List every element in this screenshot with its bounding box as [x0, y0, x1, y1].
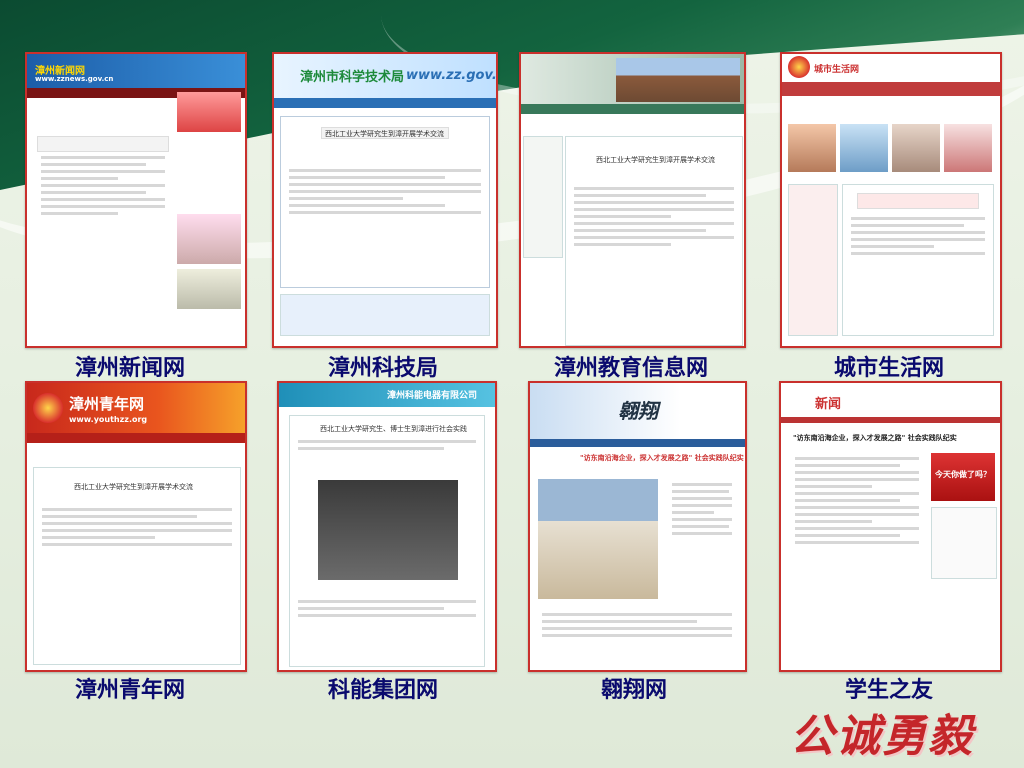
screenshot-student-friend: 新闻 "访东南沿海企业，探入才发展之路" 社会实践队纪实 今天你做了吗？	[779, 381, 1002, 672]
screenshot-zhangzhou-news: 漳州新闻网 www.zznews.gov.cn	[25, 52, 247, 348]
science-article-title: 西北工业大学研究生到漳开展学术交流	[325, 130, 444, 138]
motto-calligraphy: 公诚勇毅	[790, 711, 974, 762]
youth-logo: 漳州青年网	[69, 395, 145, 413]
screenshot-city-life: 城市生活网	[780, 52, 1002, 348]
life-article-title-bar	[857, 193, 979, 209]
youth-url: www.youthzz.org	[69, 415, 148, 424]
label-zhangzhou-science: 漳州科技局	[327, 356, 438, 381]
news-article-title-bar	[37, 136, 169, 152]
aoxiang-logo: 翱翔	[618, 399, 658, 423]
life-article-box	[842, 184, 994, 336]
youth-article-title: 西北工业大学研究生到漳开展学术交流	[74, 483, 193, 491]
science-article-box: 西北工业大学研究生到漳开展学术交流	[280, 116, 490, 288]
news-banner-image	[177, 92, 241, 132]
label-keneng: 科能集团网	[327, 678, 438, 703]
keneng-article-title: 西北工业大学研究生、博士生到漳进行社会实践	[320, 425, 467, 433]
label-aoxiang: 翱翔网	[600, 678, 667, 703]
science-url: www.zz.gov.cn	[406, 68, 497, 83]
news-side-photo	[177, 214, 241, 264]
news-side-photo-2	[177, 269, 241, 309]
keneng-meeting-photo	[318, 480, 458, 580]
screenshot-aoxiang: 翱翔 "访东南沿海企业，探入才发展之路" 社会实践队纪实	[528, 381, 747, 672]
life-logo: 城市生活网	[814, 65, 860, 75]
screenshot-zhangzhou-science: 漳州市科学技术局 www.zz.gov.cn 西北工业大学研究生到漳开展学术交流	[272, 52, 498, 348]
life-photo-3	[892, 124, 940, 172]
life-logo-mark	[788, 56, 810, 78]
youth-article-box: 西北工业大学研究生到漳开展学术交流	[33, 467, 241, 665]
student-banner: 今天你做了吗？	[931, 453, 995, 501]
life-left-menu	[788, 184, 838, 336]
student-banner-text: 今天你做了吗？	[935, 470, 991, 479]
screenshot-zhangzhou-edu: 西北工业大学研究生到漳开展学术交流	[519, 52, 746, 348]
student-article-title: "访东南沿海企业，探入才发展之路" 社会实践队纪实	[793, 434, 957, 442]
life-photo-4	[944, 124, 992, 172]
news-url: www.zznews.gov.cn	[35, 75, 114, 83]
keneng-article-box: 西北工业大学研究生、博士生到漳进行社会实践	[289, 415, 485, 667]
life-photo-1	[788, 124, 836, 172]
edu-building-image	[616, 58, 740, 102]
edu-left-menu	[523, 136, 563, 258]
label-zhangzhou-edu: 漳州教育信息网	[553, 356, 708, 381]
aoxiang-article-title: "访东南沿海企业，探入才发展之路" 社会实践队纪实	[580, 454, 744, 462]
youth-emblem	[33, 393, 63, 423]
science-logo: 漳州市科学技术局	[300, 70, 405, 85]
keneng-logo: 漳州科能电器有限公司	[387, 391, 478, 401]
label-city-life: 城市生活网	[833, 356, 944, 381]
student-logo: 新闻	[815, 397, 842, 412]
edu-article-title: 西北工业大学研究生到漳开展学术交流	[596, 156, 715, 164]
science-footer	[280, 294, 490, 336]
edu-article-box: 西北工业大学研究生到漳开展学术交流	[565, 136, 743, 346]
aoxiang-group-photo	[538, 479, 658, 599]
student-side-list	[931, 507, 997, 579]
life-photo-2	[840, 124, 888, 172]
label-zhangzhou-news: 漳州新闻网	[74, 356, 185, 381]
label-zhangzhou-youth: 漳州青年网	[74, 678, 185, 703]
screenshot-keneng: 漳州科能电器有限公司 西北工业大学研究生、博士生到漳进行社会实践	[277, 381, 497, 672]
screenshot-zhangzhou-youth: 漳州青年网 www.youthzz.org 西北工业大学研究生到漳开展学术交流	[25, 381, 247, 672]
